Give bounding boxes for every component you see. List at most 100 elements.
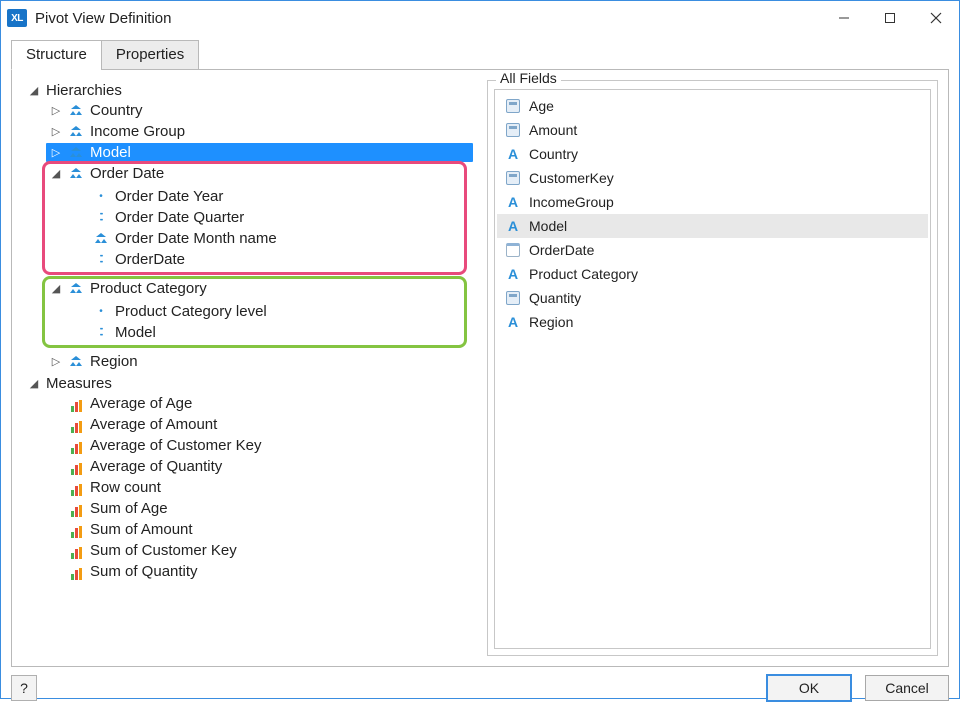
field-label: Quantity	[529, 290, 581, 306]
caret-right-icon: ▷	[50, 146, 62, 159]
node-label: Country	[90, 102, 143, 119]
ok-button[interactable]: OK	[767, 675, 851, 701]
measures-node[interactable]: ◢Measures	[24, 374, 473, 393]
field-label: Amount	[529, 122, 577, 138]
date-field-icon	[505, 242, 521, 258]
caret-right-icon: ▷	[50, 104, 62, 117]
node-label: Sum of Customer Key	[90, 542, 237, 559]
field-item[interactable]: A Model	[497, 214, 928, 238]
node-label: Hierarchies	[46, 82, 122, 99]
node-label: Product Category	[90, 280, 207, 297]
caret-right-icon: ▷	[50, 125, 62, 138]
numeric-field-icon	[505, 122, 521, 138]
measure-icon	[68, 480, 84, 496]
level-node[interactable]: ••••Order Date Quarter	[89, 208, 460, 227]
node-label: OrderDate	[115, 251, 185, 268]
node-label: Sum of Quantity	[90, 563, 198, 580]
measure-icon	[68, 543, 84, 559]
measure-node[interactable]: Average of Amount	[46, 415, 473, 434]
field-label: Age	[529, 98, 554, 114]
maximize-button[interactable]	[867, 1, 913, 35]
caret-right-icon: ▷	[50, 355, 62, 368]
node-label: Average of Quantity	[90, 458, 222, 475]
measure-node[interactable]: Row count	[46, 478, 473, 497]
text-field-icon: A	[505, 146, 521, 162]
field-item[interactable]: AProduct Category	[497, 262, 928, 286]
hierarchy-icon	[68, 124, 84, 140]
node-label: Row count	[90, 479, 161, 496]
node-label: Average of Amount	[90, 416, 217, 433]
all-fields-label: All Fields	[496, 70, 561, 86]
measure-icon	[68, 459, 84, 475]
tab-structure[interactable]: Structure	[11, 40, 102, 70]
hierarchy-icon	[68, 281, 84, 297]
tab-properties[interactable]: Properties	[101, 40, 199, 70]
level-node[interactable]: •Product Category level	[89, 302, 460, 321]
window-controls	[821, 1, 959, 35]
hierarchy-icon	[68, 166, 84, 182]
field-item[interactable]: Age	[497, 94, 928, 118]
measure-node[interactable]: Sum of Amount	[46, 520, 473, 539]
field-label: OrderDate	[529, 242, 594, 258]
app-icon: XL	[7, 9, 27, 27]
cancel-button[interactable]: Cancel	[865, 675, 949, 701]
close-button[interactable]	[913, 1, 959, 35]
level-icon: ••••	[93, 210, 109, 226]
measure-node[interactable]: Average of Quantity	[46, 457, 473, 476]
field-item[interactable]: Amount	[497, 118, 928, 142]
help-button[interactable]: ?	[11, 675, 37, 701]
field-item[interactable]: OrderDate	[497, 238, 928, 262]
structure-tree: ◢Hierarchies▷Country▷Income Group▷Model◢…	[22, 80, 473, 656]
measure-node[interactable]: Average of Customer Key	[46, 436, 473, 455]
numeric-field-icon	[505, 98, 521, 114]
field-item[interactable]: CustomerKey	[497, 166, 928, 190]
numeric-field-icon	[505, 170, 521, 186]
text-field-icon: A	[505, 218, 521, 234]
level-icon: •	[93, 304, 109, 320]
hierarchies-node[interactable]: ◢Hierarchies	[24, 81, 473, 100]
hierarchy-icon	[68, 145, 84, 161]
field-label: Product Category	[529, 266, 638, 282]
field-item[interactable]: ARegion	[497, 310, 928, 334]
field-item[interactable]: ACountry	[497, 142, 928, 166]
all-fields-list[interactable]: AgeAmountACountryCustomerKeyAIncomeGroup…	[494, 89, 931, 649]
field-label: Region	[529, 314, 573, 330]
field-item[interactable]: Quantity	[497, 286, 928, 310]
level-icon: •	[93, 189, 109, 205]
hierarchy-node[interactable]: ▷ Model	[46, 143, 473, 162]
hierarchy-node[interactable]: ▷Income Group	[46, 122, 473, 141]
node-label: Sum of Amount	[90, 521, 193, 538]
node-label: Model	[115, 324, 156, 341]
node-label: Region	[90, 353, 138, 370]
field-label: IncomeGroup	[529, 194, 614, 210]
measure-icon	[68, 564, 84, 580]
minimize-button[interactable]	[821, 1, 867, 35]
measure-icon	[68, 417, 84, 433]
measure-node[interactable]: Sum of Customer Key	[46, 541, 473, 560]
level-node[interactable]: •Order Date Year	[89, 187, 460, 206]
measure-node[interactable]: Sum of Quantity	[46, 562, 473, 581]
measure-node[interactable]: Average of Age	[46, 394, 473, 413]
level-node[interactable]: Order Date Month name	[89, 229, 460, 248]
hierarchy-node[interactable]: ▷ Region	[46, 352, 473, 371]
measure-node[interactable]: Sum of Age	[46, 499, 473, 518]
measure-icon	[68, 438, 84, 454]
node-label: Average of Age	[90, 395, 192, 412]
node-label: Model	[90, 144, 131, 161]
level-node[interactable]: •••• Model	[89, 323, 460, 342]
level-icon: ••••	[93, 325, 109, 341]
hierarchy-node[interactable]: ▷ Country	[46, 101, 473, 120]
measure-icon	[68, 522, 84, 538]
field-label: Model	[529, 218, 567, 234]
caret-down-icon: ◢	[50, 167, 62, 180]
titlebar: XL Pivot View Definition	[1, 1, 959, 35]
hierarchy-icon	[68, 103, 84, 119]
dialog-buttons: ? OK Cancel	[1, 667, 959, 709]
level-node[interactable]: ••••OrderDate	[89, 250, 460, 269]
numeric-field-icon	[505, 290, 521, 306]
measure-icon	[68, 501, 84, 517]
field-item[interactable]: AIncomeGroup	[497, 190, 928, 214]
hierarchy-icon	[68, 354, 84, 370]
tab-panel: ◢Hierarchies▷Country▷Income Group▷Model◢…	[11, 69, 949, 667]
all-fields-panel: All Fields AgeAmountACountryCustomerKeyA…	[487, 80, 938, 656]
